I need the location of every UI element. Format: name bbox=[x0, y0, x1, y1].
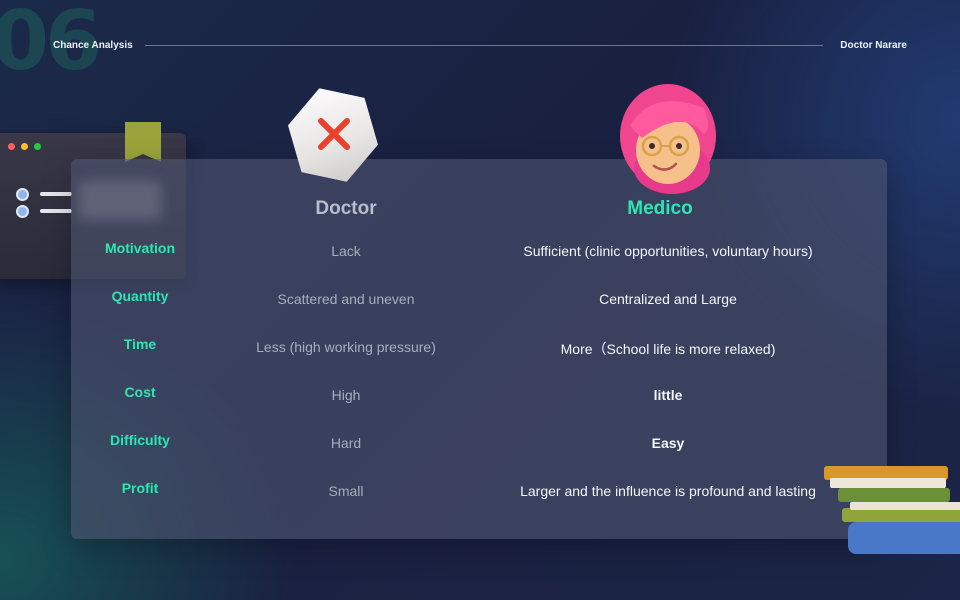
row-label-quantity: Quantity bbox=[111, 288, 169, 304]
doctor-cell-time: Less (high working pressure) bbox=[256, 339, 436, 355]
books-stack-icon bbox=[824, 466, 960, 554]
row-label-time: Time bbox=[123, 336, 157, 352]
x-mark-hexagon-icon bbox=[287, 92, 379, 182]
row-label-profit: Profit bbox=[121, 480, 159, 496]
column-header-doctor: Doctor bbox=[315, 198, 377, 219]
medico-cell-quantity: Centralized and Large bbox=[599, 291, 737, 307]
pink-hair-avatar-icon bbox=[620, 84, 716, 194]
row-label-difficulty: Difficulty bbox=[110, 432, 170, 448]
column-header-medico: Medico bbox=[627, 198, 693, 219]
medico-cell-difficulty: Easy bbox=[651, 435, 685, 451]
window-close-dot bbox=[8, 143, 15, 150]
radio-icon bbox=[16, 188, 29, 201]
row-label-motivation: Motivation bbox=[105, 240, 175, 256]
window-minimize-dot bbox=[21, 143, 28, 150]
doctor-cell-cost: High bbox=[331, 387, 361, 403]
radio-icon bbox=[16, 205, 29, 218]
header-divider bbox=[145, 45, 823, 46]
window-maximize-dot bbox=[34, 143, 41, 150]
row-label-cost: Cost bbox=[124, 384, 156, 400]
header-left-title: Chance Analysis bbox=[53, 40, 133, 51]
blur-decoration bbox=[78, 180, 162, 220]
list-bar bbox=[40, 209, 72, 213]
list-bar bbox=[40, 192, 72, 196]
doctor-cell-profit: Small bbox=[328, 483, 364, 499]
header-right-title: Doctor Narare bbox=[840, 40, 907, 51]
medico-cell-time: More（School life is more relaxed) bbox=[560, 341, 776, 357]
doctor-cell-difficulty: Hard bbox=[330, 435, 362, 451]
medico-cell-cost: little bbox=[653, 387, 683, 403]
medico-cell-motivation: Sufficient (clinic opportunities, volunt… bbox=[523, 243, 813, 259]
doctor-cell-motivation: Lack bbox=[331, 243, 361, 259]
doctor-cell-quantity: Scattered and uneven bbox=[277, 291, 415, 307]
medico-cell-profit: Larger and the influence is profound and… bbox=[520, 483, 816, 499]
